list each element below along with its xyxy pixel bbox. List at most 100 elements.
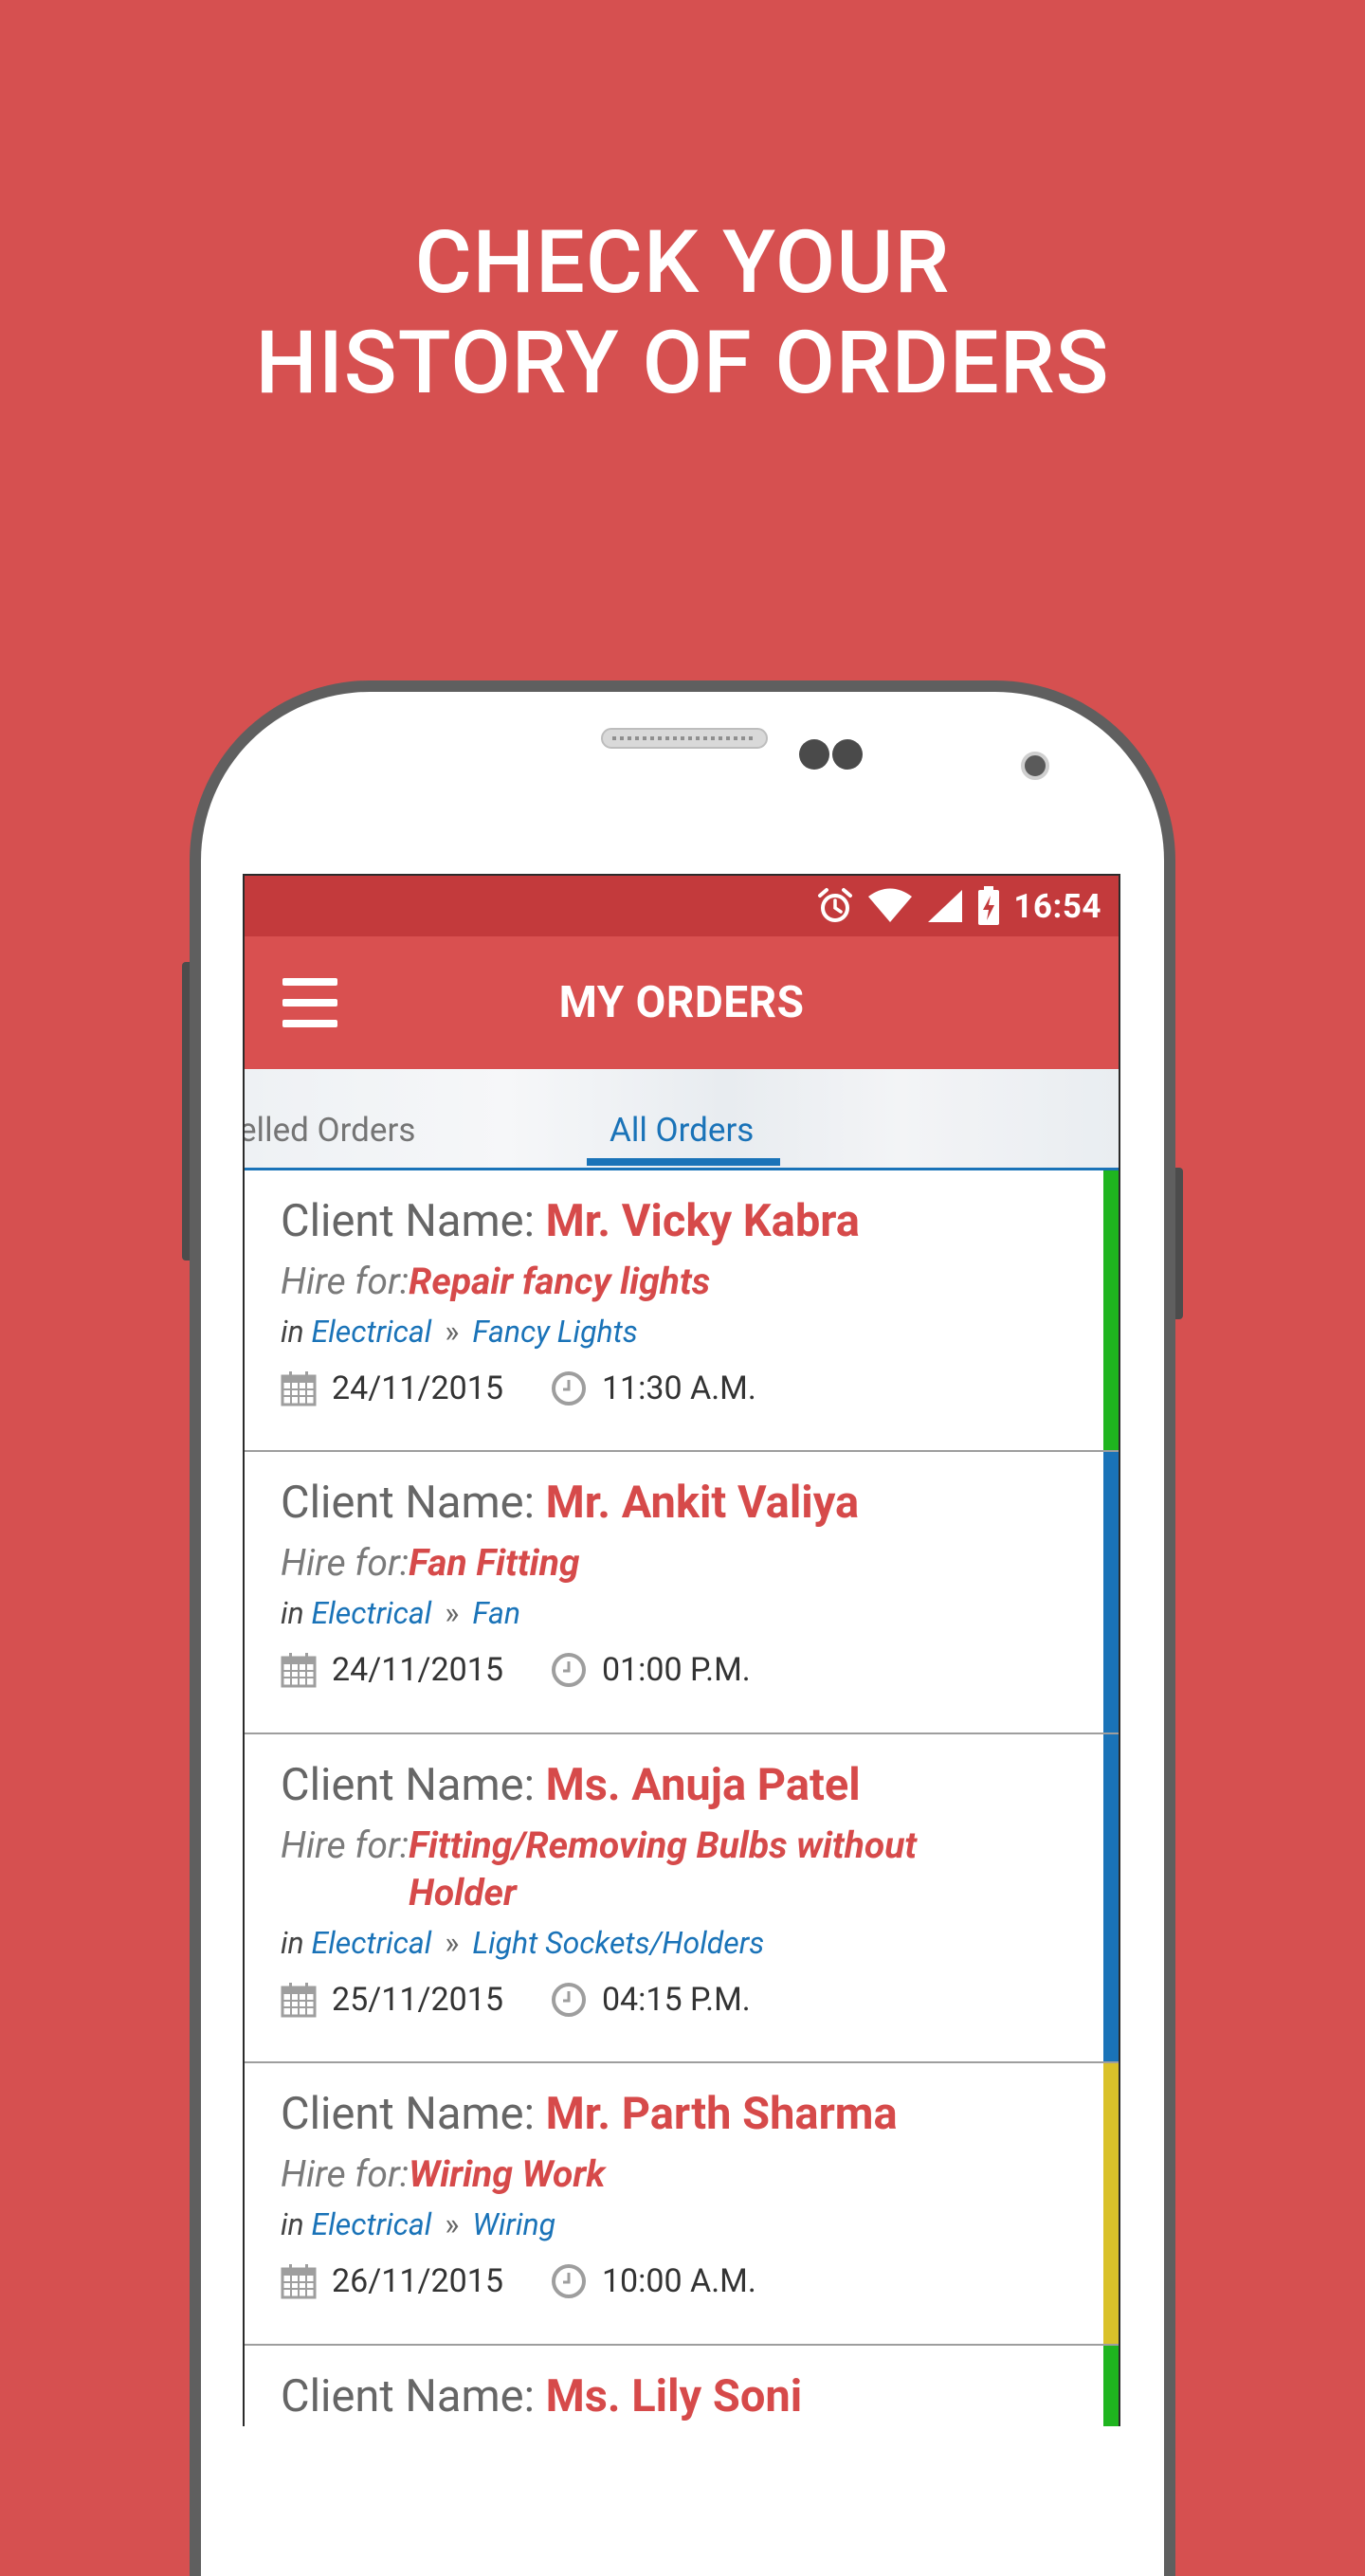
- clock-icon: [551, 1653, 586, 1687]
- order-status-bar: [1103, 1452, 1119, 1732]
- phone-speaker: [601, 728, 768, 749]
- order-date: 24/11/2015: [332, 1651, 503, 1689]
- hire-service: Repair fancy lights: [409, 1260, 711, 1303]
- double-chevron-icon: »: [445, 1925, 460, 1961]
- client-name: Ms. Lily Soni: [545, 2370, 803, 2422]
- calendar-icon: [281, 2264, 317, 2299]
- double-chevron-icon: »: [445, 1314, 460, 1350]
- status-bar: 16:54: [245, 876, 1119, 936]
- order-time: 04:15 P.M.: [601, 1981, 751, 2019]
- status-time: 16:54: [1013, 886, 1101, 926]
- order-time: 10:00 A.M.: [601, 2262, 756, 2300]
- in-label: in: [281, 2206, 312, 2242]
- category: Electrical: [311, 1925, 432, 1961]
- calendar-icon: [281, 1371, 317, 1406]
- calendar-icon: [281, 1653, 317, 1688]
- in-label: in: [281, 1314, 312, 1350]
- subcategory: Wiring: [472, 2206, 556, 2242]
- client-row: Client Name: Ms. Lily Soni: [281, 2370, 1119, 2423]
- category: Electrical: [311, 2206, 432, 2242]
- client-name: Mr. Parth Sharma: [545, 2088, 898, 2140]
- client-row: Client Name: Ms. Anuja Patel: [281, 1759, 1119, 1812]
- order-status-bar: [1103, 2346, 1119, 2426]
- client-name: Mr. Vicky Kabra: [545, 1195, 860, 1247]
- category-row: in Electrical » Fan: [281, 1594, 1119, 1632]
- schedule-row: 24/11/2015 01:00 P.M.: [281, 1651, 1119, 1689]
- hire-service-line-1: Fitting/Removing Bulbs without: [409, 1823, 918, 1867]
- order-status-bar: [1103, 2063, 1119, 2344]
- hire-service: Fitting/Removing Bulbs without Holder: [409, 1822, 977, 1916]
- order-list: Client Name: Mr. Vicky Kabra Hire for: R…: [245, 1170, 1119, 2426]
- double-chevron-icon: »: [445, 1595, 460, 1631]
- signal-icon: [928, 890, 963, 922]
- app-screen: 16:54 MY ORDERS elled Orders All Orders …: [243, 874, 1120, 2426]
- tab-all-orders[interactable]: All Orders: [610, 1111, 754, 1150]
- hire-row: Hire for: Repair fancy lights: [281, 1258, 1119, 1305]
- client-label: Client Name:: [281, 1195, 546, 1247]
- order-tabs: elled Orders All Orders: [245, 1069, 1119, 1170]
- subcategory: Light Sockets/Holders: [472, 1925, 765, 1961]
- battery-charging-icon: [978, 886, 1000, 925]
- hire-row: Hire for: Fan Fitting: [281, 1539, 1119, 1587]
- order-card[interactable]: Client Name: Mr. Vicky Kabra Hire for: R…: [245, 1170, 1119, 1452]
- clock-icon: [551, 1371, 586, 1406]
- headline-line-2: HISTORY OF ORDERS: [255, 313, 1110, 414]
- calendar-icon: [281, 1983, 317, 2018]
- schedule-row: 24/11/2015 11:30 A.M.: [281, 1370, 1119, 1407]
- subcategory: Fan: [472, 1595, 520, 1631]
- category: Electrical: [311, 1314, 432, 1350]
- phone-sensor: [799, 739, 829, 770]
- subcategory: Fancy Lights: [472, 1314, 638, 1350]
- double-chevron-icon: »: [445, 2206, 460, 2242]
- order-date: 25/11/2015: [332, 1981, 503, 2019]
- hire-row: Hire for: Wiring Work: [281, 2150, 1119, 2198]
- app-bar: MY ORDERS: [245, 936, 1119, 1069]
- order-card[interactable]: Client Name: Ms. Anuja Patel Hire for: F…: [245, 1734, 1119, 2063]
- hire-service-line-2: Holder: [409, 1871, 517, 1914]
- wifi-icon: [868, 888, 913, 922]
- order-card[interactable]: Client Name: Mr. Parth Sharma Hire for: …: [245, 2063, 1119, 2346]
- in-label: in: [281, 1595, 312, 1631]
- clock-icon: [551, 2264, 586, 2298]
- order-card[interactable]: Client Name: Ms. Lily Soni: [245, 2346, 1119, 2426]
- promo-headline: CHECK YOUR HISTORY OF ORDERS: [0, 213, 1365, 414]
- hire-label: Hire for:: [281, 2152, 410, 2196]
- alarm-icon: [818, 888, 853, 922]
- schedule-row: 26/11/2015 10:00 A.M.: [281, 2262, 1119, 2300]
- in-label: in: [281, 1925, 312, 1961]
- order-date: 24/11/2015: [332, 1370, 503, 1407]
- hire-label: Hire for:: [281, 1541, 410, 1585]
- headline-line-1: CHECK YOUR: [414, 212, 951, 314]
- phone-camera: [1021, 752, 1049, 780]
- hire-service: Fan Fitting: [409, 1541, 580, 1585]
- tab-indicator: [587, 1158, 780, 1166]
- phone-sensor: [832, 739, 863, 770]
- order-card[interactable]: Client Name: Mr. Ankit Valiya Hire for: …: [245, 1452, 1119, 1734]
- page-title: MY ORDERS: [558, 977, 805, 1028]
- tab-cancelled-orders[interactable]: elled Orders: [245, 1111, 415, 1150]
- client-name: Ms. Anuja Patel: [545, 1759, 861, 1811]
- client-row: Client Name: Mr. Vicky Kabra: [281, 1195, 1119, 1248]
- hire-label: Hire for:: [281, 1260, 410, 1303]
- hire-service: Wiring Work: [409, 2152, 606, 2196]
- schedule-row: 25/11/2015 04:15 P.M.: [281, 1981, 1119, 2019]
- client-row: Client Name: Mr. Ankit Valiya: [281, 1477, 1119, 1530]
- order-time: 01:00 P.M.: [601, 1651, 751, 1689]
- order-status-bar: [1103, 1734, 1119, 2061]
- hamburger-menu-icon[interactable]: [282, 978, 337, 1027]
- hire-label: Hire for:: [281, 1823, 410, 1867]
- order-date: 26/11/2015: [332, 2262, 503, 2300]
- order-status-bar: [1103, 1170, 1119, 1450]
- category-row: in Electrical » Fancy Lights: [281, 1313, 1119, 1351]
- client-label: Client Name:: [281, 1477, 546, 1529]
- client-label: Client Name:: [281, 2088, 546, 2140]
- client-label: Client Name:: [281, 1759, 546, 1811]
- category: Electrical: [311, 1595, 432, 1631]
- category-row: in Electrical » Light Sockets/Holders: [281, 1924, 1119, 1962]
- category-row: in Electrical » Wiring: [281, 2205, 1119, 2243]
- clock-icon: [551, 1983, 586, 2017]
- order-time: 11:30 A.M.: [601, 1370, 756, 1407]
- hire-row: Hire for: Fitting/Removing Bulbs without…: [281, 1822, 1119, 1916]
- client-row: Client Name: Mr. Parth Sharma: [281, 2088, 1119, 2141]
- client-label: Client Name:: [281, 2370, 546, 2422]
